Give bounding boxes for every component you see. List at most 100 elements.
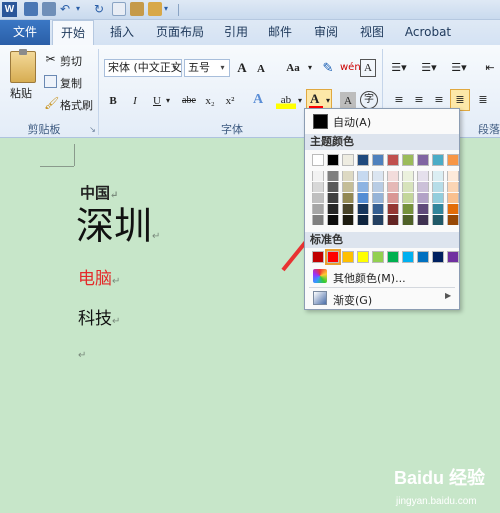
char-border-icon[interactable]: A	[360, 59, 376, 77]
theme-color-swatch[interactable]	[372, 154, 384, 166]
tab-review[interactable]: 审阅	[308, 20, 344, 45]
theme-shade-swatch[interactable]	[312, 193, 324, 203]
theme-shade-swatch[interactable]	[432, 204, 444, 214]
theme-shade-swatch[interactable]	[417, 215, 429, 225]
align-right-icon[interactable]: ≡	[430, 91, 448, 109]
theme-shade-swatch[interactable]	[327, 171, 339, 181]
theme-shade-swatch[interactable]	[417, 182, 429, 192]
align-center-icon[interactable]: ≡	[410, 91, 428, 109]
undo-dropdown-icon[interactable]: ▾	[76, 2, 90, 16]
copy-button[interactable]: 复制	[60, 75, 82, 91]
strikethrough-button[interactable]: abe	[178, 92, 200, 110]
tab-references[interactable]: 引用	[218, 20, 254, 45]
subscript-button[interactable]: x₂	[202, 92, 218, 110]
theme-shade-swatch[interactable]	[417, 171, 429, 181]
standard-color-swatch[interactable]	[387, 251, 399, 263]
italic-button[interactable]: I	[128, 92, 142, 110]
theme-shade-swatch[interactable]	[357, 182, 369, 192]
distributed-icon[interactable]: ≣	[474, 91, 492, 109]
theme-color-swatch[interactable]	[357, 154, 369, 166]
theme-shade-swatch[interactable]	[342, 215, 354, 225]
theme-shade-swatch[interactable]	[372, 171, 384, 181]
theme-shade-swatch[interactable]	[357, 204, 369, 214]
standard-color-swatch[interactable]	[447, 251, 459, 263]
theme-shade-swatch[interactable]	[432, 193, 444, 203]
theme-color-swatch[interactable]	[402, 154, 414, 166]
change-case-button[interactable]: Aa	[282, 59, 304, 77]
gradient-option[interactable]: 渐变(G)	[333, 292, 372, 308]
theme-shade-swatch[interactable]	[342, 193, 354, 203]
doc-line-china[interactable]: 中国↵	[80, 182, 118, 203]
theme-color-swatch[interactable]	[312, 154, 324, 166]
theme-shade-swatch[interactable]	[447, 193, 459, 203]
theme-shade-swatch[interactable]	[357, 193, 369, 203]
theme-shade-swatch[interactable]	[432, 171, 444, 181]
theme-shade-swatch[interactable]	[357, 171, 369, 181]
theme-shade-swatch[interactable]	[357, 215, 369, 225]
undo-icon[interactable]: ↶	[60, 2, 74, 16]
theme-color-swatch[interactable]	[447, 154, 459, 166]
cut-button[interactable]: 剪切	[60, 53, 82, 69]
theme-shade-swatch[interactable]	[417, 193, 429, 203]
export-icon[interactable]	[42, 2, 56, 16]
multilevel-list-icon[interactable]: ☰▾	[448, 59, 470, 77]
theme-shade-swatch[interactable]	[342, 182, 354, 192]
redo-icon[interactable]: ↻	[94, 2, 108, 16]
theme-shade-swatch[interactable]	[372, 215, 384, 225]
theme-shade-swatch[interactable]	[387, 204, 399, 214]
font-size-dropdown-icon[interactable]: ▾	[217, 60, 228, 76]
doc-line-shenzhen[interactable]: 深圳↵	[76, 204, 160, 259]
theme-shade-swatch[interactable]	[312, 204, 324, 214]
automatic-color-swatch[interactable]	[313, 114, 328, 129]
theme-color-swatch[interactable]	[342, 154, 354, 166]
theme-shade-swatch[interactable]	[387, 171, 399, 181]
paste-icon[interactable]	[10, 49, 36, 83]
tab-insert[interactable]: 插入	[104, 20, 140, 45]
tab-acrobat[interactable]: Acrobat	[398, 20, 458, 45]
bullets-icon[interactable]: ☰▾	[388, 59, 410, 77]
tab-home[interactable]: 开始	[52, 20, 94, 46]
standard-color-swatch[interactable]	[342, 251, 354, 263]
tab-view[interactable]: 视图	[354, 20, 390, 45]
theme-shade-swatch[interactable]	[402, 204, 414, 214]
standard-color-swatch[interactable]	[312, 251, 324, 263]
font-size-combo[interactable]: 五号 ▾	[184, 59, 230, 77]
paste-button[interactable]: 粘贴	[10, 85, 32, 101]
theme-shade-swatch[interactable]	[312, 171, 324, 181]
shrink-font-button[interactable]: A	[254, 60, 268, 78]
picture-icon[interactable]	[130, 2, 144, 16]
font-name-combo[interactable]: 宋体 (中文正文 ▾	[104, 59, 182, 77]
tab-mailings[interactable]: 邮件	[262, 20, 298, 45]
font-name-dropdown-icon[interactable]: ▾	[169, 60, 180, 76]
text-effects-icon[interactable]: A	[250, 91, 266, 109]
theme-shade-swatch[interactable]	[432, 182, 444, 192]
decrease-indent-icon[interactable]: ⇤	[482, 59, 498, 77]
theme-shade-swatch[interactable]	[327, 215, 339, 225]
highlight-dropdown-icon[interactable]: ▾	[296, 92, 304, 110]
automatic-color-option[interactable]: 自动(A)	[333, 114, 371, 130]
theme-color-swatch[interactable]	[417, 154, 429, 166]
standard-color-swatch[interactable]	[432, 251, 444, 263]
theme-shade-swatch[interactable]	[402, 171, 414, 181]
theme-shade-swatch[interactable]	[402, 193, 414, 203]
tab-page-layout[interactable]: 页面布局	[150, 20, 210, 45]
format-painter-button[interactable]: 格式刷	[60, 97, 93, 113]
theme-shade-swatch[interactable]	[327, 193, 339, 203]
superscript-button[interactable]: x²	[222, 92, 238, 110]
theme-color-swatch[interactable]	[432, 154, 444, 166]
theme-shade-swatch[interactable]	[417, 204, 429, 214]
theme-shade-swatch[interactable]	[447, 204, 459, 214]
highlight-icon[interactable]: ab	[276, 91, 296, 109]
empty-paragraph-mark[interactable]: ↵	[78, 350, 86, 361]
theme-shade-swatch[interactable]	[447, 171, 459, 181]
theme-shade-swatch[interactable]	[402, 215, 414, 225]
theme-shade-swatch[interactable]	[342, 204, 354, 214]
theme-shade-swatch[interactable]	[372, 193, 384, 203]
standard-color-swatch[interactable]	[417, 251, 429, 263]
theme-color-swatch[interactable]	[327, 154, 339, 166]
theme-color-swatch[interactable]	[387, 154, 399, 166]
align-left-icon[interactable]: ≡	[390, 91, 408, 109]
phonetic-guide-icon[interactable]: wén	[340, 59, 361, 77]
doc-line-tech[interactable]: 科技↵	[78, 304, 120, 329]
theme-shade-swatch[interactable]	[447, 215, 459, 225]
